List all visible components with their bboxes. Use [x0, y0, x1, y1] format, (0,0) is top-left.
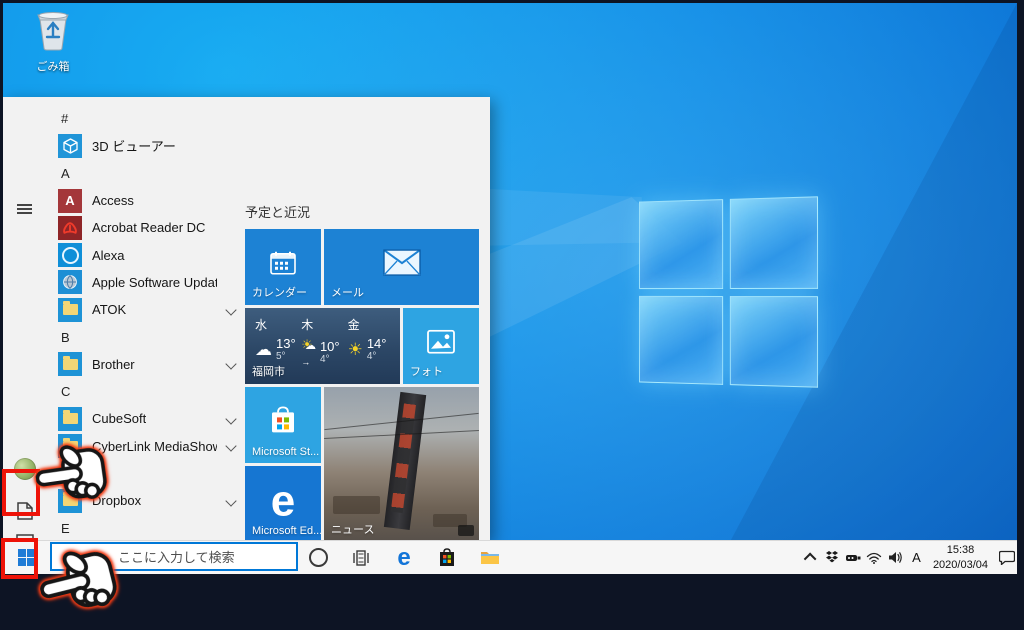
tile-label: Microsoft Ed... [252, 525, 321, 537]
cortana-icon [309, 548, 328, 567]
news-photo-pole [384, 392, 427, 531]
weather-day-label: 水 [255, 316, 301, 333]
tile-label: Microsoft St... [252, 446, 319, 458]
wifi-icon[interactable] [866, 541, 883, 574]
weather-day: 木 ☀☁→ 10°4° [301, 316, 347, 368]
tile-label: ニュース [331, 521, 374, 537]
windows-logo-pane [639, 199, 723, 288]
weather-temps: 10°4° [320, 340, 340, 365]
recycle-bin-label: ごみ箱 [21, 58, 85, 74]
weather-day-label: 木 [301, 316, 347, 333]
taskbar-clock[interactable]: 15:38 2020/03/04 [933, 543, 988, 572]
news-photo-debris [333, 496, 380, 515]
windows-logo [639, 196, 818, 387]
tile-photos[interactable]: フォト [403, 308, 479, 384]
weather-high: 13° [276, 337, 296, 351]
action-center-icon[interactable] [998, 541, 1015, 574]
weather-temps: 13°5° [276, 337, 296, 362]
weather-sunny-icon: ☀ [348, 340, 363, 360]
windows-desktop: { "desktop": { "recycle_bin_label": "ごみ箱… [0, 0, 1024, 609]
tile-label: 福岡市 [252, 363, 285, 379]
tray-chevron-up-icon[interactable] [803, 541, 820, 574]
system-tray: A 15:38 2020/03/04 [801, 541, 1017, 574]
weather-day-data: ☀☁→ 10°4° [301, 337, 347, 368]
news-source-badge [458, 525, 474, 536]
windows-logo-pane [729, 296, 818, 388]
weather-forecast: 水☁13°5°木☀☁→10°4°金☀14°4° [255, 316, 394, 368]
recycle-bin[interactable]: ごみ箱 [21, 11, 85, 74]
desktop-screen: ごみ箱 ⚙ #3D ビューアーAAAccessAcrobat Reader DC… [3, 3, 1017, 574]
tile-group-header: 予定と近況 [245, 202, 310, 221]
clock-time: 15:38 [933, 543, 988, 557]
weather-day-data: ☁13°5° [255, 337, 301, 362]
highlight-box-settings [2, 469, 40, 516]
clock-date: 2020/03/04 [933, 558, 988, 572]
tile-mail[interactable]: メール [324, 229, 479, 305]
weather-high: 14° [367, 337, 387, 351]
weather-low: 4° [367, 351, 387, 362]
weather-day-data: ☀14°4° [348, 337, 394, 362]
windows-logo-pane [639, 295, 723, 384]
weather-day-label: 金 [348, 316, 394, 333]
windows-logo-pane [729, 196, 818, 288]
tile-label: メール [331, 284, 364, 300]
device-tray-icon[interactable] [845, 541, 862, 574]
task-view-button[interactable] [348, 545, 374, 571]
task-view-icon [352, 549, 370, 567]
file-explorer-button[interactable] [477, 545, 503, 571]
weather-temps: 14°4° [367, 337, 387, 362]
taskbar: ここに入力して検索 e [3, 540, 1017, 574]
ime-indicator[interactable]: A [908, 541, 925, 574]
tile-label: カレンダー [252, 284, 307, 300]
store-button[interactable] [434, 545, 460, 571]
pointer-hand-settings [32, 436, 119, 516]
weather-partly-cloudy-icon: ☀☁→ [301, 337, 316, 368]
tile-label: フォト [410, 363, 443, 379]
tile-calendar[interactable]: カレンダー [245, 229, 321, 305]
tile-edge[interactable]: eMicrosoft Ed... [245, 466, 321, 541]
store-icon [438, 548, 456, 568]
edge-button[interactable]: e [391, 545, 417, 571]
cortana-button[interactable] [305, 545, 331, 571]
file-explorer-icon [480, 549, 500, 566]
weather-day: 金☀14°4° [348, 316, 394, 368]
search-placeholder: ここに入力して検索 [118, 547, 235, 566]
weather-high: 10° [320, 340, 340, 354]
tile-weather[interactable]: 水☁13°5°木☀☁→10°4°金☀14°4°福岡市 [245, 308, 400, 384]
tile-store[interactable]: Microsoft St... [245, 387, 321, 463]
volume-icon[interactable] [887, 541, 904, 574]
weather-cloudy-icon: ☁ [255, 340, 272, 360]
weather-day: 水☁13°5° [255, 316, 301, 368]
weather-low: 5° [276, 351, 296, 362]
dropbox-tray-icon[interactable] [824, 541, 841, 574]
weather-low: 4° [320, 354, 340, 365]
recycle-bin-icon [34, 11, 72, 51]
edge-icon: e [397, 546, 410, 570]
tile-news[interactable]: ニュース [324, 387, 479, 541]
